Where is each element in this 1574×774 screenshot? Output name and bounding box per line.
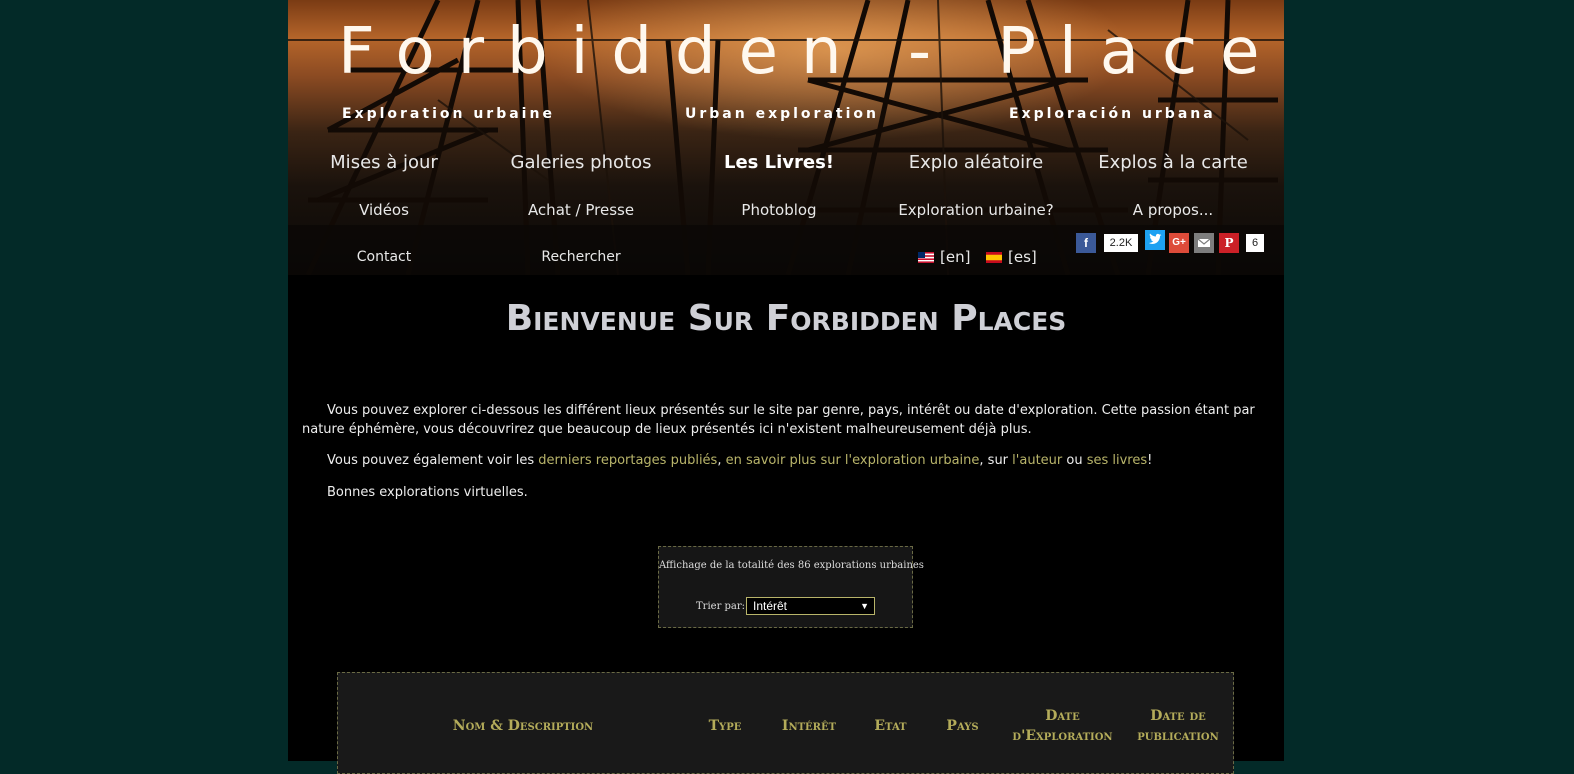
nav-videos[interactable]: Vidéos: [288, 201, 484, 219]
page-container: Forbidden - Places Exploration urbaine U…: [288, 0, 1284, 774]
email-share-button[interactable]: [1194, 233, 1214, 253]
googleplus-icon: G+: [1172, 237, 1186, 248]
latest-reports-link[interactable]: derniers reportages publiés: [538, 453, 717, 468]
facebook-share-button[interactable]: f: [1076, 233, 1096, 253]
envelope-icon: [1197, 238, 1211, 247]
nav-galeries-photos[interactable]: Galeries photos: [481, 152, 681, 173]
facebook-icon: f: [1084, 236, 1088, 250]
links-separator: ,: [717, 453, 726, 468]
intro-text: Vous pouvez explorer ci-dessous les diff…: [302, 403, 1255, 437]
googleplus-share-button[interactable]: G+: [1169, 233, 1189, 253]
column-header-exploration-date-line1: Date: [1045, 708, 1080, 724]
nav-contact[interactable]: Contact: [288, 249, 484, 265]
pinterest-share-button[interactable]: P: [1219, 233, 1239, 253]
twitter-share-button[interactable]: [1145, 230, 1165, 250]
closing-text: Bonnes explorations virtuelles.: [327, 485, 528, 500]
sort-select[interactable]: Intérêt ▼: [746, 597, 875, 615]
tagline-spanish: Exploración urbana: [1009, 106, 1216, 122]
links-separator: ou: [1062, 453, 1087, 468]
nav-rechercher[interactable]: Rechercher: [481, 249, 681, 265]
lang-spanish-link[interactable]: [es]: [986, 248, 1037, 266]
links-suffix: !: [1147, 453, 1153, 468]
intro-paragraph: Vous pouvez explorer ci-dessous les diff…: [302, 401, 1270, 439]
column-header-exploration-date[interactable]: Date d'Exploration: [990, 706, 1135, 746]
links-separator: , sur: [979, 453, 1013, 468]
us-flag-icon: [918, 252, 934, 263]
lang-english-label: [en]: [940, 248, 971, 266]
spain-flag-icon: [986, 252, 1002, 263]
sort-panel: Affichage de la totalité des 86 explorat…: [658, 546, 924, 628]
twitter-bird-icon: [1149, 233, 1162, 244]
tagline-english: Urban exploration: [685, 106, 879, 122]
author-link[interactable]: l'auteur: [1012, 453, 1062, 468]
column-header-publication-date-line2: publication: [1137, 728, 1219, 744]
nav-mises-a-jour[interactable]: Mises à jour: [288, 152, 484, 173]
books-link[interactable]: ses livres: [1087, 453, 1147, 468]
tagline-french: Exploration urbaine: [342, 106, 555, 122]
nav-les-livres[interactable]: Les Livres!: [679, 152, 879, 173]
page-title: Bienvenue Sur Forbidden Places: [505, 298, 1067, 339]
dropdown-arrow-icon: ▼: [860, 601, 869, 611]
facebook-share-count: 2.2K: [1104, 234, 1138, 252]
nav-a-propos[interactable]: A propos...: [1073, 201, 1273, 219]
exploration-count-text: Affichage de la totalité des 86 explorat…: [659, 560, 924, 571]
closing-paragraph: Bonnes explorations virtuelles.: [302, 483, 1270, 502]
column-header-publication-date[interactable]: Date de publication: [1118, 706, 1238, 746]
column-header-name[interactable]: Nom & Description: [393, 716, 653, 736]
sort-label: Trier par:: [696, 601, 746, 612]
nav-explos-a-la-carte[interactable]: Explos à la carte: [1073, 152, 1273, 173]
site-title[interactable]: Forbidden - Places: [338, 12, 1284, 92]
links-paragraph: Vous pouvez également voir les derniers …: [302, 451, 1270, 470]
column-header-type[interactable]: Type: [690, 716, 760, 736]
explorations-table: Nom & Description Type Intérêt Etat Pays…: [337, 672, 1234, 774]
lang-english-link[interactable]: [en]: [918, 248, 970, 266]
site-header: Forbidden - Places Exploration urbaine U…: [288, 0, 1284, 275]
lang-spanish-label: [es]: [1008, 248, 1037, 266]
nav-explo-aleatoire[interactable]: Explo aléatoire: [876, 152, 1076, 173]
pinterest-share-count: 6: [1246, 234, 1264, 252]
nav-achat-presse[interactable]: Achat / Presse: [481, 201, 681, 219]
links-prefix-text: Vous pouvez également voir les: [327, 453, 539, 468]
pinterest-icon: P: [1224, 236, 1234, 250]
sort-selected-value: Intérêt: [753, 599, 788, 613]
column-header-interest[interactable]: Intérêt: [768, 716, 850, 736]
column-header-exploration-date-line2: d'Exploration: [1012, 728, 1113, 744]
nav-photoblog[interactable]: Photoblog: [679, 201, 879, 219]
column-header-publication-date-line1: Date de: [1150, 708, 1206, 724]
nav-exploration-urbaine[interactable]: Exploration urbaine?: [876, 201, 1076, 219]
column-header-country[interactable]: Pays: [930, 716, 995, 736]
column-header-state[interactable]: Etat: [858, 716, 923, 736]
about-urbex-link[interactable]: en savoir plus sur l'exploration urbaine: [726, 453, 980, 468]
